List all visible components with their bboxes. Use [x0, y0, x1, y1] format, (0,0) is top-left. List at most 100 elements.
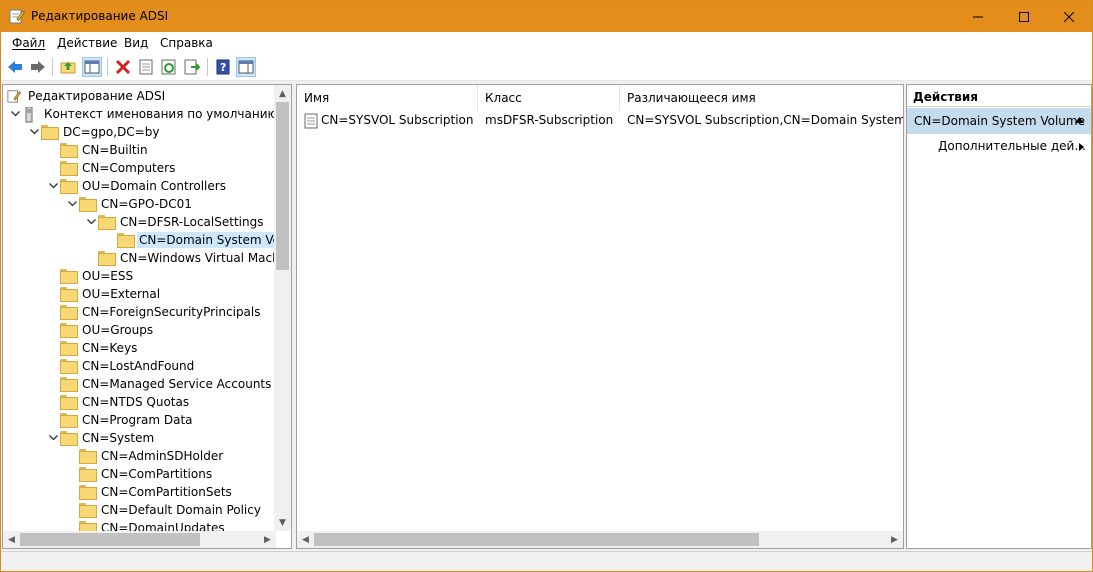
console-tree: Редактирование ADSI Контекст именования … — [3, 85, 276, 531]
results-list-pane[interactable]: Имя Класс Различающееся имя CN=SYSVOL Su… — [296, 84, 904, 549]
console-tree-pane[interactable]: Редактирование ADSI Контекст именования … — [2, 84, 292, 549]
app-icon — [9, 9, 25, 24]
tree-item[interactable]: CN=Program Data — [46, 411, 195, 429]
scroll-left-arrow-icon[interactable]: ◀ — [3, 531, 20, 548]
tree-item[interactable]: CN=ForeignSecurityPrincipals — [46, 303, 263, 321]
tree-item-label: CN=Domain System Volu — [137, 232, 276, 248]
menu-file[interactable]: Файл — [12, 36, 45, 50]
chevron-down-icon[interactable] — [65, 195, 79, 213]
folder-icon — [60, 377, 78, 392]
folder-icon — [60, 143, 78, 158]
refresh-icon — [161, 59, 176, 75]
folder-icon — [60, 161, 78, 176]
row-name: CN=SYSVOL Subscription — [321, 113, 474, 127]
tree-item[interactable]: DC=gpo,DC=by — [27, 123, 161, 141]
menu-help[interactable]: Справка — [160, 36, 213, 50]
show-hide-console-tree-button[interactable] — [82, 57, 102, 77]
list-header: Имя Класс Различающееся имя — [297, 85, 903, 111]
menu-action[interactable]: Действие — [57, 36, 117, 50]
folder-icon — [79, 485, 97, 500]
menu-view[interactable]: Вид — [124, 36, 148, 50]
folder-icon — [60, 431, 78, 446]
tree-item[interactable]: CN=LostAndFound — [46, 357, 196, 375]
scroll-left-arrow-icon[interactable]: ◀ — [297, 531, 314, 548]
tree-item[interactable]: OU=ESS — [46, 267, 135, 285]
column-header-dn[interactable]: Различающееся имя — [620, 85, 903, 111]
tree-item[interactable]: OU=External — [46, 285, 162, 303]
tree-horizontal-scrollbar[interactable]: ◀ ▶ — [3, 531, 276, 548]
server-icon — [22, 106, 38, 123]
tree-item[interactable]: CN=Computers — [46, 159, 177, 177]
tree-item[interactable]: CN=ComPartitionSets — [65, 483, 234, 501]
actions-header: Действия — [907, 85, 1091, 107]
tree-item[interactable]: CN=Default Domain Policy — [65, 501, 263, 519]
help-button[interactable]: ? — [213, 57, 233, 77]
title-bar[interactable]: Редактирование ADSI — [1, 1, 1092, 32]
tree-item-label: OU=Groups — [82, 323, 154, 337]
actions-section-header[interactable]: CN=Domain System Volume — [907, 108, 1091, 134]
properties-button[interactable] — [136, 57, 156, 77]
column-header-name[interactable]: Имя — [297, 85, 478, 111]
back-button[interactable] — [5, 57, 25, 77]
tree-item[interactable]: CN=System — [46, 429, 156, 447]
maximize-button[interactable] — [1001, 1, 1047, 32]
scroll-up-arrow-icon[interactable]: ▲ — [274, 85, 291, 102]
chevron-down-icon[interactable] — [27, 123, 41, 141]
chevron-down-icon[interactable] — [84, 213, 98, 231]
scroll-right-arrow-icon[interactable]: ▶ — [259, 531, 276, 548]
refresh-button[interactable] — [159, 57, 179, 77]
up-one-level-button[interactable] — [58, 57, 78, 77]
row-dn: CN=SYSVOL Subscription,CN=Domain System … — [627, 113, 903, 127]
export-icon — [184, 59, 200, 75]
tree-vertical-scrollbar[interactable]: ▲ ▼ — [274, 85, 291, 531]
chevron-down-icon[interactable] — [46, 429, 60, 447]
tree-item[interactable]: CN=Windows Virtual Machir — [84, 249, 276, 267]
tree-item[interactable]: CN=DFSR-LocalSettings — [84, 213, 265, 231]
scroll-down-arrow-icon[interactable]: ▼ — [274, 514, 291, 531]
close-button[interactable] — [1046, 1, 1092, 32]
toolbar-separator — [52, 58, 53, 76]
list-horizontal-scroll-thumb[interactable] — [314, 533, 759, 546]
show-hide-action-pane-button[interactable] — [236, 57, 256, 77]
adsi-edit-window: Редактирование ADSI Файл Действие Вид Сп… — [0, 0, 1093, 572]
properties-icon — [139, 59, 153, 75]
tree-item[interactable]: OU=Groups — [46, 321, 155, 339]
minimize-icon — [973, 16, 983, 17]
forward-button[interactable] — [28, 57, 48, 77]
object-icon — [304, 113, 318, 129]
folder-icon — [60, 269, 78, 284]
list-horizontal-scrollbar[interactable]: ◀ ▶ — [297, 531, 903, 548]
chevron-down-icon[interactable] — [8, 105, 22, 123]
collapse-up-icon[interactable] — [1075, 117, 1084, 123]
tree-item[interactable]: CN=Domain System Volu — [103, 231, 276, 249]
export-list-button[interactable] — [182, 57, 202, 77]
tree-item[interactable]: CN=Managed Service Accounts — [46, 375, 273, 393]
column-header-class[interactable]: Класс — [478, 85, 620, 111]
tree-root[interactable]: Редактирование ADSI — [6, 87, 167, 105]
tree-item[interactable]: Контекст именования по умолчанию [GP — [8, 105, 276, 123]
tree-item[interactable]: CN=NTDS Quotas — [46, 393, 191, 411]
tree-item[interactable]: CN=Builtin — [46, 141, 150, 159]
tree-vertical-scroll-thumb[interactable] — [276, 102, 289, 270]
tree-item[interactable]: CN=Keys — [46, 339, 139, 357]
more-actions-item[interactable]: Дополнительные дей... — [907, 136, 1091, 156]
tree-horizontal-scroll-thumb[interactable] — [20, 533, 200, 546]
tree-item[interactable]: CN=AdminSDHolder — [65, 447, 225, 465]
minimize-button[interactable] — [955, 1, 1001, 32]
folder-icon — [60, 395, 78, 410]
svg-text:?: ? — [220, 61, 226, 74]
delete-button[interactable] — [113, 57, 133, 77]
close-icon — [1064, 11, 1074, 22]
scroll-right-arrow-icon[interactable]: ▶ — [886, 531, 903, 548]
tree-item[interactable]: CN=ComPartitions — [65, 465, 214, 483]
chevron-down-icon[interactable] — [46, 177, 60, 195]
tree-item[interactable]: OU=Domain Controllers — [46, 177, 228, 195]
tree-item[interactable]: CN=GPO-DC01 — [65, 195, 194, 213]
more-actions-label: Дополнительные дей... — [938, 139, 1086, 153]
tree-item[interactable]: CN=DomainUpdates — [65, 519, 227, 531]
list-row[interactable]: CN=SYSVOL Subscription msDFSR-Subscripti… — [297, 111, 903, 131]
